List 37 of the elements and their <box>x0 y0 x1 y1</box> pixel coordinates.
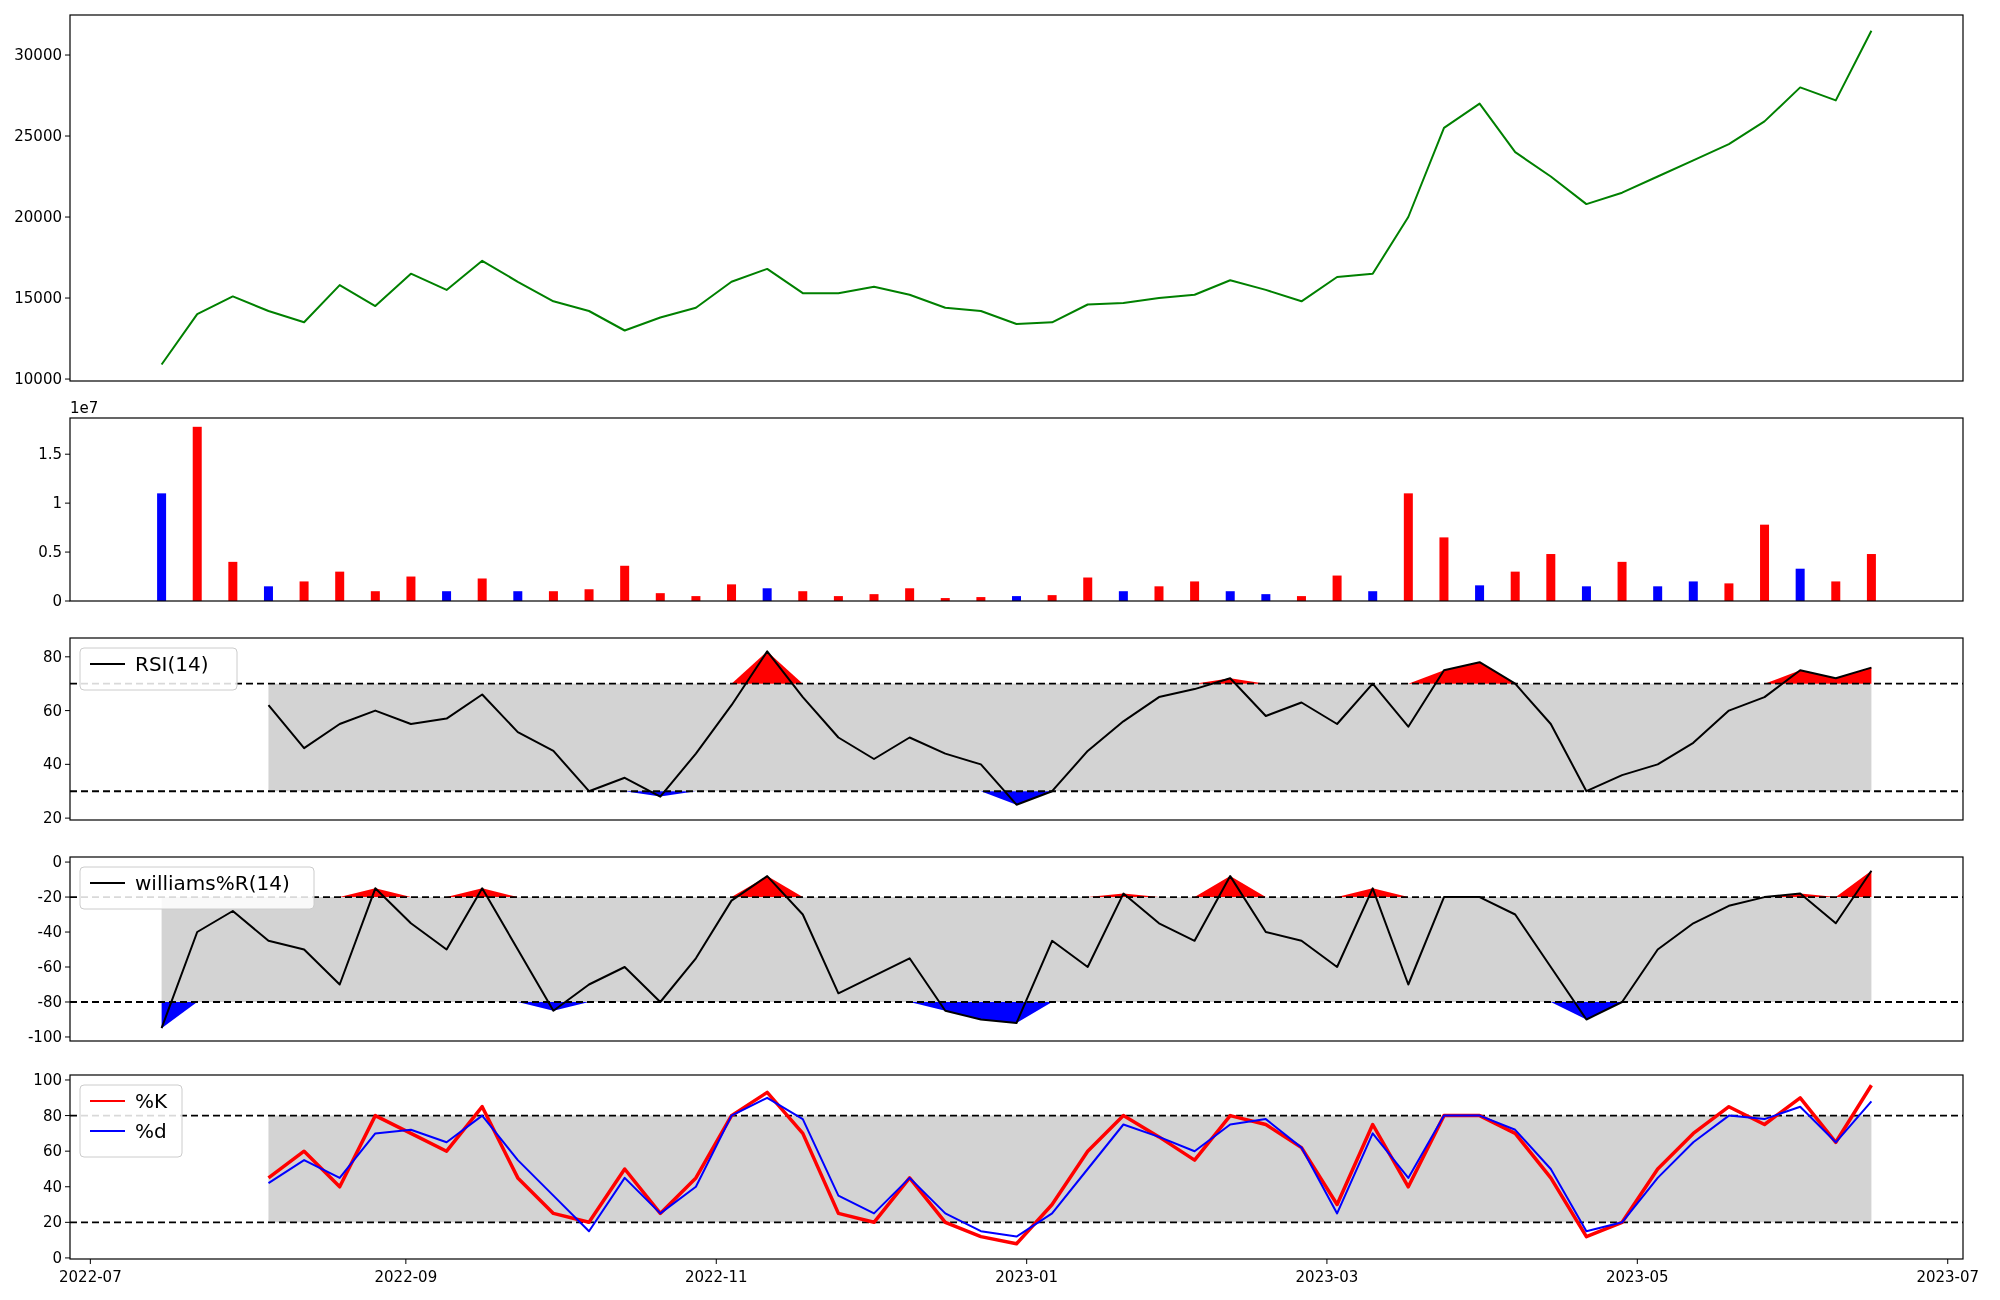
x-tick-label: 2022-09 <box>374 1268 438 1286</box>
y-tick-label: 0 <box>52 853 62 872</box>
x-tick-label: 2023-03 <box>1295 1268 1359 1286</box>
y-tick-label: 0 <box>52 592 62 610</box>
y-tick-label: 10000 <box>14 370 62 389</box>
y-tick-label: 40 <box>42 755 62 774</box>
y-tick-label: -40 <box>37 923 62 942</box>
y-tick-label: -100 <box>27 1028 62 1046</box>
y-tick-label: -20 <box>37 888 62 907</box>
legend-label: %d <box>135 1119 167 1143</box>
y-tick-label: 30000 <box>14 46 62 64</box>
legend-label: %K <box>135 1089 168 1113</box>
y-tick-label: 0.5 <box>38 543 62 562</box>
y-tick-label: -80 <box>37 993 62 1011</box>
axis-scale-label: 1e7 <box>70 400 99 417</box>
legend-label: williams%R(14) <box>135 871 290 895</box>
y-tick-label: 20 <box>42 1213 62 1232</box>
y-tick-label: 20000 <box>14 208 62 227</box>
y-tick-label: 60 <box>42 701 62 720</box>
x-tick-label: 2022-11 <box>684 1268 748 1286</box>
legend-label: RSI(14) <box>135 652 209 676</box>
y-tick-label: 1.5 <box>38 445 62 464</box>
y-tick-label: 100 <box>33 1071 62 1089</box>
y-tick-label: 25000 <box>14 127 62 146</box>
y-tick-label: 80 <box>42 647 62 666</box>
y-tick-label: 1 <box>52 494 62 513</box>
x-tick-label: 2023-01 <box>995 1268 1058 1286</box>
y-tick-label: 0 <box>52 1248 62 1267</box>
y-tick-label: -60 <box>37 958 62 976</box>
y-tick-label: 40 <box>42 1177 62 1196</box>
y-tick-label: 15000 <box>14 289 62 308</box>
y-tick-label: 60 <box>42 1142 62 1161</box>
x-tick-label: 2022-07 <box>59 1268 122 1286</box>
x-tick-label: 2023-07 <box>1916 1268 1980 1286</box>
x-tick-label: 2023-05 <box>1606 1268 1669 1286</box>
y-tick-label: 20 <box>42 809 62 828</box>
y-tick-label: 80 <box>42 1106 62 1125</box>
